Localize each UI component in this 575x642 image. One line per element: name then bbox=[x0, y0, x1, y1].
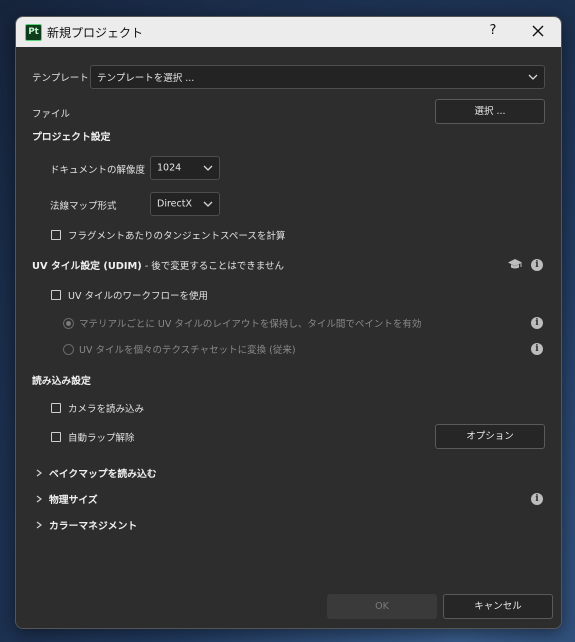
udim-info-icon[interactable]: i bbox=[531, 259, 543, 271]
chevron-right-icon bbox=[36, 521, 42, 529]
udim-heading-row: UV タイル設定 (UDIM) - 後で変更することはできません bbox=[32, 258, 284, 272]
physical-size-info-icon[interactable]: i bbox=[531, 493, 543, 505]
template-label: テンプレート bbox=[32, 73, 89, 84]
normal-map-dropdown[interactable]: DirectX bbox=[150, 192, 220, 216]
template-dropdown[interactable]: テンプレートを選択 ... bbox=[90, 65, 545, 89]
close-icon bbox=[532, 25, 544, 37]
doc-resolution-value: 1024 bbox=[157, 162, 182, 174]
ok-button[interactable]: OK bbox=[327, 594, 437, 619]
radio-convert-texture-sets-label: UV タイルを個々のテクスチャセットに変換 (従来) bbox=[79, 345, 296, 356]
options-button[interactable]: オプション bbox=[435, 424, 545, 449]
chevron-down-icon bbox=[203, 165, 213, 171]
cancel-button[interactable]: キャンセル bbox=[443, 594, 553, 619]
bake-maps-label: ベイクマップを読み込む bbox=[49, 469, 157, 480]
auto-unwrap-checkbox[interactable] bbox=[51, 432, 61, 442]
radio-keep-layout-label: マテリアルごとに UV タイルのレイアウトを保持し、タイル間でペイントを有効 bbox=[79, 319, 422, 330]
dialog-footer: OK キャンセル bbox=[16, 583, 561, 628]
normal-map-label: 法線マップ形式 bbox=[50, 201, 117, 212]
color-management-label: カラーマネジメント bbox=[49, 521, 138, 532]
doc-resolution-dropdown[interactable]: 1024 bbox=[150, 156, 220, 180]
file-label: ファイル bbox=[32, 109, 71, 120]
dialog-title: 新規プロジェクト bbox=[47, 26, 144, 40]
uv-tile-workflow-label: UV タイルのワークフローを使用 bbox=[68, 291, 208, 302]
tangent-space-checkbox[interactable] bbox=[51, 230, 61, 240]
doc-resolution-label: ドキュメントの解像度 bbox=[50, 165, 146, 176]
import-camera-checkbox[interactable] bbox=[51, 403, 61, 413]
chevron-down-icon bbox=[528, 74, 538, 80]
chevron-right-icon bbox=[36, 469, 42, 477]
chevron-right-icon bbox=[36, 495, 42, 503]
close-button[interactable] bbox=[527, 20, 549, 42]
auto-unwrap-label: 自動ラップ解除 bbox=[68, 433, 135, 444]
normal-map-value: DirectX bbox=[157, 198, 192, 210]
chevron-down-icon bbox=[203, 201, 213, 207]
udim-heading: UV タイル設定 (UDIM) bbox=[32, 261, 142, 272]
convert-texture-sets-info-icon[interactable]: i bbox=[531, 343, 543, 355]
tangent-space-label: フラグメントあたりのタンジェントスペースを計算 bbox=[68, 231, 286, 242]
painter-logo-icon: Pt bbox=[25, 24, 42, 41]
help-button[interactable]: ? bbox=[486, 23, 500, 38]
title-bar: Pt 新規プロジェクト ? bbox=[16, 17, 561, 47]
radio-keep-layout[interactable] bbox=[63, 318, 74, 329]
new-project-dialog: Pt 新規プロジェクト ? テンプレート テンプレートを選択 ... ファイル … bbox=[15, 16, 562, 629]
import-camera-label: カメラを読み込み bbox=[68, 404, 145, 415]
keep-layout-info-icon[interactable]: i bbox=[531, 317, 543, 329]
physical-size-label: 物理サイズ bbox=[49, 495, 98, 506]
import-settings-heading: 読み込み設定 bbox=[32, 376, 91, 387]
project-settings-heading: プロジェクト設定 bbox=[32, 132, 111, 143]
graduation-cap-icon[interactable] bbox=[507, 258, 523, 270]
template-value: テンプレートを選択 ... bbox=[97, 73, 195, 84]
radio-convert-texture-sets[interactable] bbox=[63, 344, 74, 355]
uv-tile-workflow-checkbox[interactable] bbox=[51, 290, 61, 300]
udim-heading-note: - 後で変更することはできません bbox=[144, 261, 284, 272]
file-select-button[interactable]: 選択 ... bbox=[435, 99, 545, 124]
